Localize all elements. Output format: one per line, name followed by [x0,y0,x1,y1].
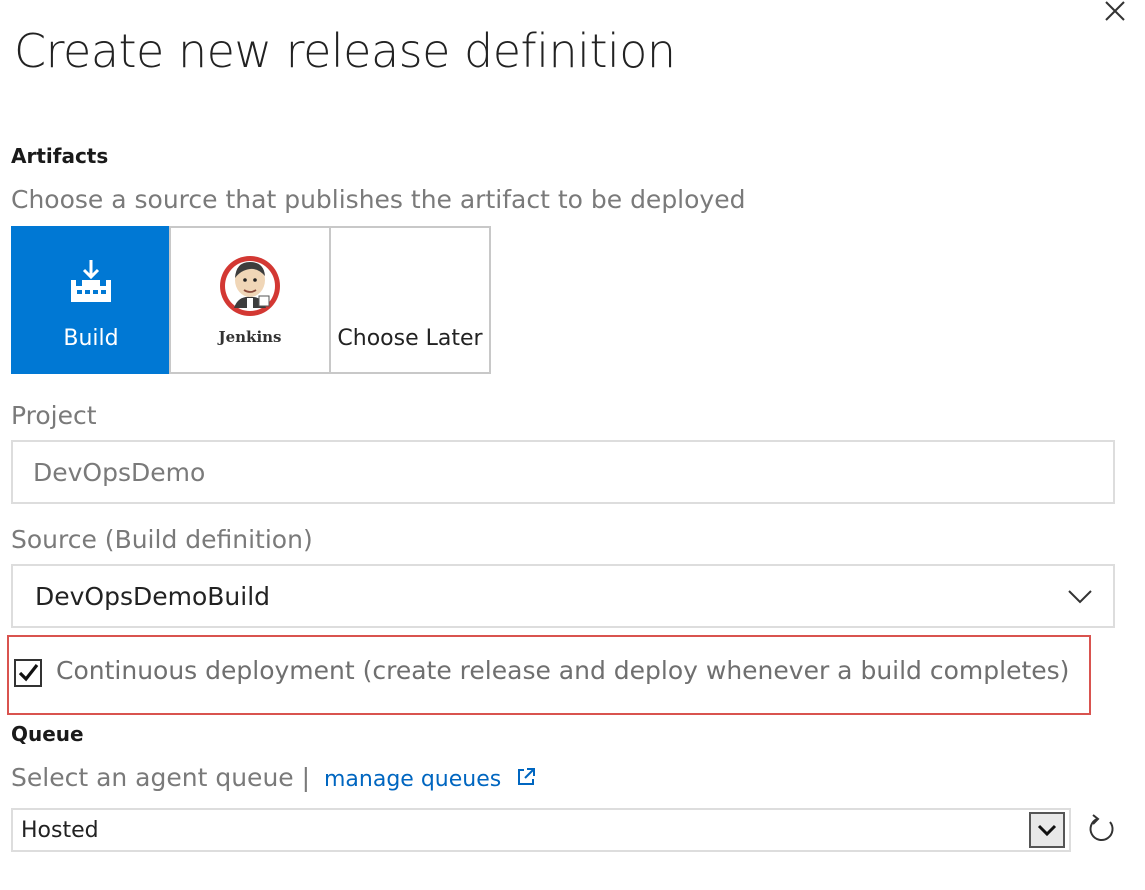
queue-select-value: Hosted [21,818,99,843]
chevron-down-icon [1037,824,1057,837]
queue-helper-text: Select an agent queue | [11,763,311,792]
queue-select[interactable]: Hosted [11,808,1071,852]
source-select-value: DevOpsDemoBuild [35,582,271,611]
queue-heading: Queue [11,722,84,746]
dialog-title: Create new release definition [14,24,676,78]
artifact-tile-label: Choose Later [337,326,483,351]
close-button[interactable] [1096,0,1132,30]
project-label: Project [11,401,97,430]
jenkins-logo [220,256,280,316]
continuous-deployment-label: Continuous deployment (create release an… [56,656,1070,685]
artifact-tile-label: Build [63,326,119,351]
queue-helper-row: Select an agent queue | manage queues [11,763,537,792]
checkmark-icon [18,664,39,682]
artifact-tile-choose-later[interactable]: Choose Later [329,226,491,374]
source-select[interactable]: DevOpsDemoBuild [11,564,1115,628]
project-input[interactable] [11,440,1115,504]
close-icon [1105,1,1125,21]
chevron-down-icon [1068,590,1092,604]
artifacts-heading: Artifacts [11,144,109,168]
artifacts-helper-text: Choose a source that publishes the artif… [11,185,746,214]
refresh-button[interactable] [1084,812,1118,846]
continuous-deployment-checkbox[interactable] [14,659,42,687]
queue-dropdown-button[interactable] [1029,812,1065,848]
artifact-tile-label: Jenkins [218,328,282,346]
artifact-source-tiles: Build Jenkins Choose Later [11,226,493,374]
build-icon [71,260,111,302]
artifact-tile-jenkins[interactable]: Jenkins [169,226,331,374]
external-link-icon[interactable] [515,766,537,788]
source-label: Source (Build definition) [11,525,313,554]
artifact-tile-build[interactable]: Build [11,226,171,374]
manage-queues-link[interactable]: manage queues [324,767,501,792]
refresh-icon [1089,814,1114,842]
